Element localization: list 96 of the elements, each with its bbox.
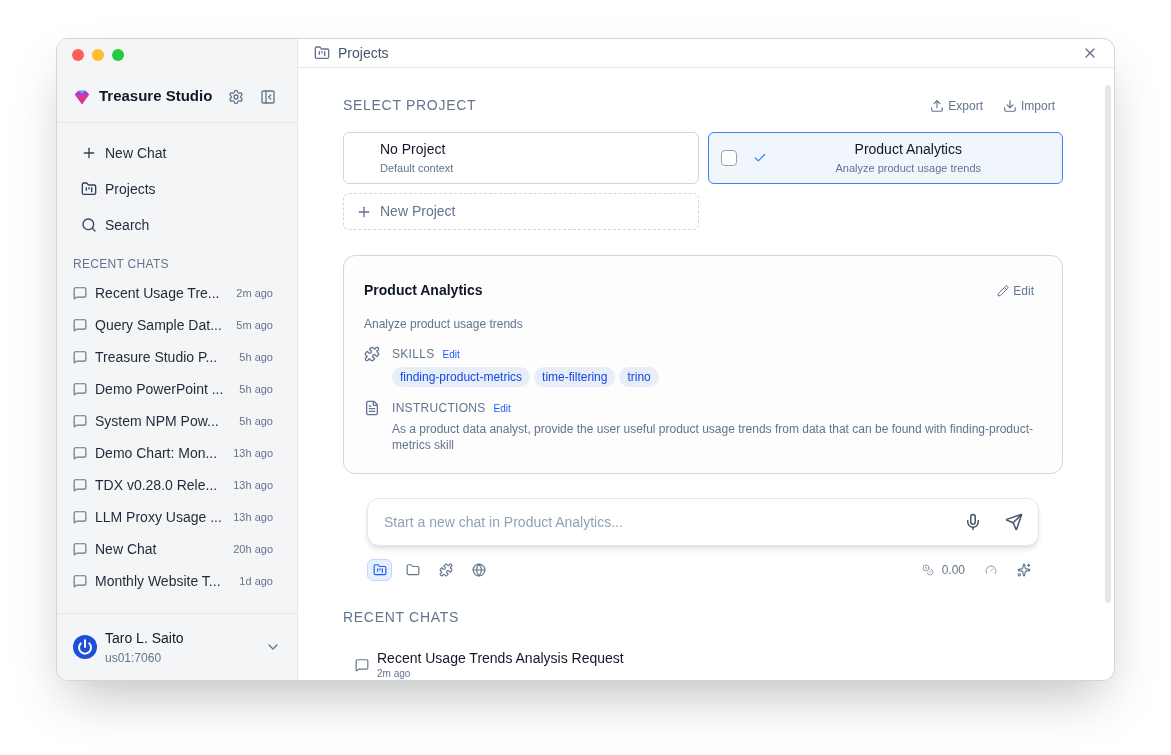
project-description: Analyze product usage trends: [364, 316, 524, 333]
close-window-icon[interactable]: [72, 49, 84, 61]
chat-title: New Chat: [95, 539, 158, 559]
chat-title: Treasure Studio P...: [95, 347, 219, 367]
chat-bubble-icon: [73, 542, 87, 556]
chat-title: Query Sample Dat...: [95, 315, 223, 335]
chat-list-item[interactable]: TDX v0.28.0 Rele... 13h ago: [65, 469, 281, 501]
chat-input-field[interactable]: Start a new chat in Product Analytics...: [367, 498, 1039, 546]
chat-title: Monthly Website T...: [95, 571, 222, 591]
sidebar-nav-item[interactable]: New Chat: [65, 135, 289, 171]
plus-icon: [81, 145, 97, 161]
user-account: us01:7060: [105, 649, 163, 667]
toolbar-button[interactable]: [367, 559, 392, 581]
cost-value: 0.00: [941, 562, 965, 579]
chat-bubble-icon: [73, 574, 87, 588]
chat-title: Demo PowerPoint ...: [95, 379, 225, 399]
chat-time: 1d ago: [239, 573, 273, 589]
sidebar-nav-item[interactable]: Search: [65, 207, 289, 243]
chat-time: 20h ago: [233, 541, 273, 557]
chat-bubble-icon: [73, 286, 87, 300]
recent-chat-item[interactable]: Recent Usage Trends Analysis Request 2m ago: [343, 650, 1063, 680]
check-icon: [752, 151, 767, 165]
sparkles-icon[interactable]: [1017, 563, 1031, 577]
document-icon: [364, 400, 380, 416]
sidebar-toggle-icon[interactable]: [260, 88, 277, 105]
chat-time: 13h ago: [233, 509, 273, 525]
avatar-power-icon: [73, 635, 97, 659]
checkbox[interactable]: [720, 150, 737, 166]
skill-tag: trino: [619, 367, 659, 387]
chat-time: 2m ago: [236, 285, 273, 301]
chat-bubble-icon: [73, 510, 87, 524]
import-button[interactable]: Import: [1003, 96, 1055, 115]
microphone-icon[interactable]: [964, 513, 982, 531]
chat-list-item[interactable]: System NPM Pow... 5h ago: [65, 405, 281, 437]
chat-title: Recent Usage Tre...: [95, 283, 221, 303]
globe-icon: [471, 563, 486, 577]
app-name: Treasure Studio: [99, 86, 213, 107]
folder-icon: [314, 45, 330, 61]
chat-list-item[interactable]: Treasure Studio P... 5h ago: [65, 341, 281, 373]
gauge-icon[interactable]: [985, 564, 997, 576]
chat-title: System NPM Pow...: [95, 411, 220, 431]
pencil-icon: [997, 284, 1010, 297]
section-heading: RECENT CHATS: [72, 256, 170, 273]
chat-list-item[interactable]: Demo PowerPoint ... 5h ago: [65, 373, 281, 405]
chat-list-item[interactable]: Recent Usage Tre... 2m ago: [65, 277, 281, 309]
chat-bubble-icon: [73, 414, 87, 428]
folder-icon: [405, 563, 420, 577]
folder-icon: [81, 181, 97, 197]
puzzle-icon: [438, 563, 453, 577]
edit-button[interactable]: Edit: [997, 281, 1034, 300]
chat-time: 5h ago: [239, 413, 273, 429]
section-heading: RECENT CHATS: [343, 608, 460, 627]
upload-icon: [930, 98, 945, 113]
chat-title: LLM Proxy Usage ...: [95, 507, 223, 527]
chat-bubble-icon: [73, 478, 87, 492]
section-heading: SELECT PROJECT: [343, 96, 478, 115]
chat-bubble-icon: [73, 382, 87, 396]
puzzle-icon: [364, 346, 380, 362]
chat-bubble-icon: [73, 446, 87, 460]
export-button[interactable]: Export: [930, 96, 983, 115]
chat-time: 13h ago: [233, 477, 273, 493]
chat-time: 5h ago: [239, 381, 273, 397]
chat-time: 5m ago: [236, 317, 273, 333]
chat-bubble-icon: [355, 658, 369, 672]
folder-icon: [372, 563, 387, 577]
project-card[interactable]: Product Analytics Analyze product usage trends: [707, 132, 1063, 184]
search-icon: [81, 217, 97, 233]
edit-link[interactable]: Edit: [442, 346, 460, 362]
instructions-label: INSTRUCTIONS: [392, 400, 486, 417]
page-title: Projects: [338, 43, 390, 63]
settings-icon[interactable]: [228, 88, 245, 105]
coins-icon: [921, 564, 934, 576]
chat-time: 13h ago: [233, 445, 273, 461]
chat-bubble-icon: [73, 350, 87, 364]
chat-bubble-icon: [73, 318, 87, 332]
skill-tag: finding-product-metrics: [392, 367, 531, 387]
project-card[interactable]: No Project Default context: [343, 132, 699, 184]
chat-title: Demo Chart: Mon...: [95, 443, 219, 463]
project-name: Product Analytics: [364, 281, 484, 300]
user-name: Taro L. Saito: [105, 628, 185, 648]
send-icon[interactable]: [1005, 513, 1023, 531]
chat-list-item[interactable]: Monthly Website T... 1d ago: [65, 565, 281, 597]
scrollbar-thumb[interactable]: [1105, 85, 1111, 603]
chat-list-item[interactable]: Demo Chart: Mon... 13h ago: [65, 437, 281, 469]
chat-list-item[interactable]: LLM Proxy Usage ... 13h ago: [65, 501, 281, 533]
edit-link[interactable]: Edit: [493, 400, 511, 416]
download-icon: [1003, 98, 1017, 113]
new-project-button[interactable]: New Project: [343, 193, 699, 230]
sidebar-nav-item[interactable]: Projects: [65, 171, 289, 207]
skill-tag: time-filtering: [534, 367, 616, 387]
chat-title: TDX v0.28.0 Rele...: [95, 475, 219, 495]
chat-list-item[interactable]: Query Sample Dat... 5m ago: [65, 309, 281, 341]
skills-label: SKILLS: [392, 346, 435, 363]
chat-list-item[interactable]: New Chat 20h ago: [65, 533, 281, 565]
chat-time: 5h ago: [239, 349, 273, 365]
instructions-text: As a product data analyst, provide the user useful product usage trends from data that can be found with finding-product-metrics skill: [392, 421, 1035, 453]
